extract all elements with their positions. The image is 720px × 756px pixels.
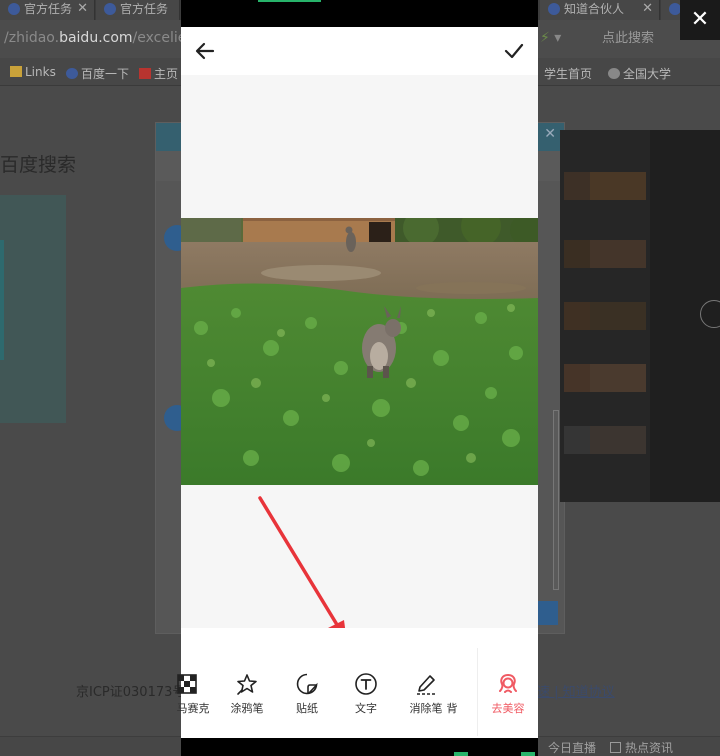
photo-thumbnail[interactable] <box>564 172 592 200</box>
baidu-paw-icon <box>8 3 20 15</box>
bookmark-home[interactable]: 主页 <box>139 65 178 82</box>
phone-nav-bar <box>181 738 538 756</box>
close-icon[interactable]: ✕ <box>77 0 88 18</box>
mosaic-icon <box>177 674 197 694</box>
status-news[interactable]: 热点资讯 <box>610 739 673 756</box>
status-indicator <box>258 0 321 2</box>
home-badge-icon <box>139 68 151 79</box>
phone-status-bar <box>181 0 538 27</box>
background-icon <box>444 672 468 696</box>
side-panel <box>0 195 66 423</box>
browser-tab[interactable]: 官方任务 <box>96 0 180 20</box>
tool-beauty[interactable]: 去美容 <box>478 672 538 720</box>
bookmark-links[interactable]: Links <box>10 65 56 79</box>
photo-thumbnail[interactable] <box>590 426 646 454</box>
editor-header <box>181 27 538 75</box>
tool-doodle-pen[interactable]: 涂鸦笔 <box>217 672 277 720</box>
browser-tab[interactable]: 官方任务 ✕ <box>0 0 95 20</box>
editor-toolbar: 马赛克 涂鸦笔 贴纸 文字 消除笔 背 去美容 <box>177 628 538 738</box>
status-indicator <box>521 752 535 756</box>
lightning-icon[interactable]: ⚡ ▾ <box>540 30 561 46</box>
photo-image <box>181 218 538 485</box>
photo-thumbnail[interactable] <box>590 364 646 392</box>
folder-icon <box>10 66 22 77</box>
scrollbar[interactable] <box>553 410 559 590</box>
photo-thumbnail[interactable] <box>590 302 646 330</box>
status-indicator <box>454 752 468 756</box>
next-arrow-button[interactable] <box>700 300 720 328</box>
news-icon <box>610 742 621 753</box>
photo-thumbnail[interactable] <box>564 302 592 330</box>
tool-sticker[interactable]: 贴纸 <box>277 672 337 720</box>
confirm-check-icon[interactable] <box>501 38 527 64</box>
back-arrow-icon[interactable] <box>192 38 218 64</box>
baidu-paw-icon <box>66 68 78 79</box>
eraser-pen-icon <box>417 675 435 695</box>
close-overlay-button[interactable]: ✕ <box>680 0 720 40</box>
photo-thumbnail[interactable] <box>564 364 592 392</box>
kangaroo-photo[interactable] <box>181 218 538 485</box>
photo-thumbnail[interactable] <box>564 426 592 454</box>
doodle-pen-icon <box>237 674 257 695</box>
tool-mosaic[interactable]: 马赛克 <box>157 672 217 720</box>
browser-tab[interactable]: 知道合伙人 ✕ <box>540 0 660 20</box>
url-text[interactable]: /zhidao.baidu.com/excelien <box>4 30 195 46</box>
close-icon[interactable]: ✕ <box>544 126 556 142</box>
globe-icon <box>608 68 620 79</box>
bookmark-student-home[interactable]: 学生首页 <box>544 65 592 82</box>
bookmark-baidu[interactable]: 百度一下 <box>66 65 129 82</box>
photo-thumbnail[interactable] <box>590 172 646 200</box>
photo-thumbnail[interactable] <box>590 240 646 268</box>
status-live[interactable]: 今日直播 <box>548 739 596 756</box>
photo-grid <box>560 130 720 502</box>
text-icon <box>355 673 377 695</box>
baidu-paw-icon <box>104 3 116 15</box>
footer-links[interactable]: 速 | 知道协议 <box>537 681 615 700</box>
beauty-icon <box>499 674 517 693</box>
baidu-paw-icon <box>548 3 560 15</box>
photo-thumbnail[interactable] <box>564 240 592 268</box>
close-icon[interactable]: ✕ <box>642 0 653 18</box>
page-heading: 百度搜索 <box>0 154 77 176</box>
sticker-icon <box>296 673 318 695</box>
image-editor: 马赛克 涂鸦笔 贴纸 文字 消除笔 背 去美容 <box>177 0 538 756</box>
tool-text[interactable]: 文字 <box>336 672 396 720</box>
bookmark-universities[interactable]: 全国大学 <box>608 65 671 82</box>
tool-background[interactable]: 背 <box>444 672 468 720</box>
